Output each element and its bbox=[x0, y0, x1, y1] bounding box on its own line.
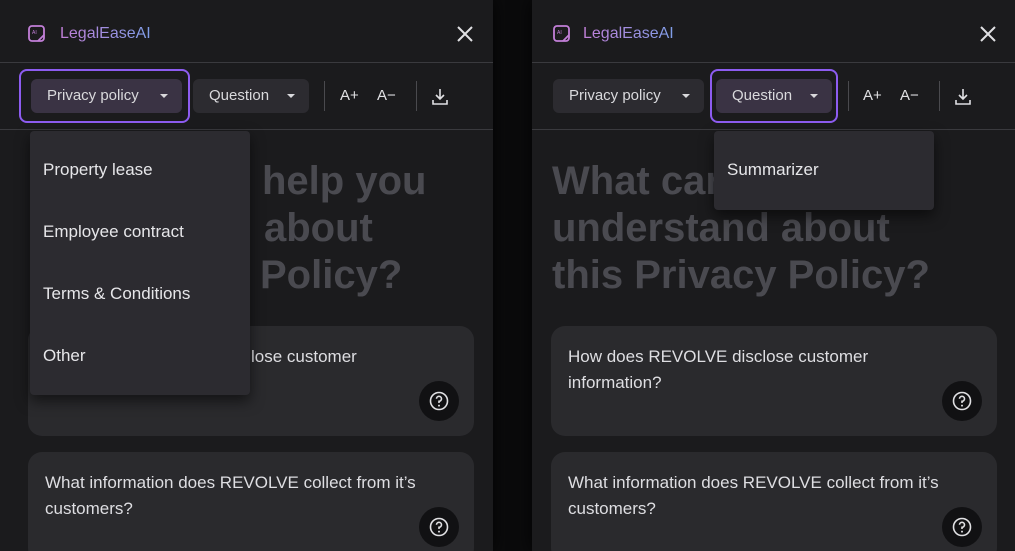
help-button[interactable] bbox=[419, 507, 459, 547]
menu-item-other[interactable]: Other bbox=[43, 345, 86, 367]
app-title: LegalEaseAI bbox=[60, 25, 151, 42]
doc-type-label: Privacy policy bbox=[569, 87, 661, 104]
ai-document-icon: AI bbox=[553, 25, 570, 42]
mode-select[interactable]: Question bbox=[193, 79, 309, 113]
close-icon[interactable] bbox=[455, 24, 475, 44]
question-circle-icon bbox=[952, 517, 972, 537]
app-title: LegalEaseAI bbox=[583, 25, 674, 42]
panel-mode-open: AI LegalEaseAI Privacy policy Question A… bbox=[532, 0, 1015, 551]
chevron-down-icon bbox=[682, 94, 690, 98]
question-card[interactable]: How does REVOLVE disclose customer infor… bbox=[551, 326, 997, 436]
mode-menu: Summarizer bbox=[714, 131, 934, 210]
chevron-down-icon bbox=[160, 94, 168, 98]
hero-line-3: Policy? bbox=[260, 253, 403, 297]
stage: AI LegalEaseAI Privacy policy Question A… bbox=[0, 0, 1015, 551]
menu-item-property-lease[interactable]: Property lease bbox=[43, 159, 153, 181]
svg-text:AI: AI bbox=[557, 30, 562, 36]
toolbar: Privacy policy Question A+ A− bbox=[532, 64, 1015, 130]
font-increase-button[interactable]: A+ bbox=[340, 86, 359, 106]
font-decrease-button[interactable]: A− bbox=[900, 86, 919, 106]
question-card[interactable]: What information does REVOLVE collect fr… bbox=[28, 452, 474, 551]
download-icon[interactable] bbox=[431, 87, 449, 106]
mode-select[interactable]: Question bbox=[716, 79, 832, 113]
toolbar-divider bbox=[939, 81, 940, 111]
font-decrease-button[interactable]: A− bbox=[377, 86, 396, 106]
menu-item-employee-contract[interactable]: Employee contract bbox=[43, 221, 184, 243]
question-circle-icon bbox=[429, 517, 449, 537]
doc-type-menu: Property lease Employee contract Terms &… bbox=[30, 131, 250, 395]
question-text: What information does REVOLVE collect fr… bbox=[45, 473, 416, 518]
hero-line-2: about bbox=[264, 206, 373, 250]
hero-line-1: help you bbox=[262, 159, 427, 203]
doc-type-select[interactable]: Privacy policy bbox=[553, 79, 704, 113]
question-card[interactable]: What information does REVOLVE collect fr… bbox=[551, 452, 997, 551]
help-button[interactable] bbox=[419, 381, 459, 421]
close-icon[interactable] bbox=[978, 24, 998, 44]
header: AI LegalEaseAI bbox=[532, 0, 1015, 63]
question-text: lose customer bbox=[251, 347, 357, 366]
hero-line-1: What car bbox=[552, 159, 721, 203]
chevron-down-icon bbox=[287, 94, 295, 98]
help-button[interactable] bbox=[942, 507, 982, 547]
toolbar-divider bbox=[416, 81, 417, 111]
help-button[interactable] bbox=[942, 381, 982, 421]
mode-label: Question bbox=[209, 87, 270, 104]
menu-item-terms-conditions[interactable]: Terms & Conditions bbox=[43, 283, 190, 305]
doc-type-label: Privacy policy bbox=[47, 87, 139, 104]
question-text: How does REVOLVE disclose customer infor… bbox=[568, 347, 869, 392]
panel-doc-type-open: AI LegalEaseAI Privacy policy Question A… bbox=[0, 0, 493, 551]
hero-line-3: this Privacy Policy? bbox=[552, 253, 930, 297]
mode-label: Question bbox=[732, 87, 793, 104]
question-text: What information does REVOLVE collect fr… bbox=[568, 473, 939, 518]
question-circle-icon bbox=[952, 391, 972, 411]
ai-document-icon: AI bbox=[28, 25, 45, 42]
chevron-down-icon bbox=[810, 94, 818, 98]
font-increase-button[interactable]: A+ bbox=[863, 86, 882, 106]
download-icon[interactable] bbox=[954, 87, 972, 106]
hero-line-2: understand about bbox=[552, 206, 890, 250]
svg-text:AI: AI bbox=[32, 30, 37, 36]
menu-item-summarizer[interactable]: Summarizer bbox=[727, 159, 819, 181]
toolbar: Privacy policy Question A+ A− bbox=[0, 64, 493, 130]
doc-type-select[interactable]: Privacy policy bbox=[31, 79, 182, 113]
question-circle-icon bbox=[429, 391, 449, 411]
toolbar-divider bbox=[324, 81, 325, 111]
header: AI LegalEaseAI bbox=[0, 0, 493, 63]
toolbar-divider bbox=[848, 81, 849, 111]
